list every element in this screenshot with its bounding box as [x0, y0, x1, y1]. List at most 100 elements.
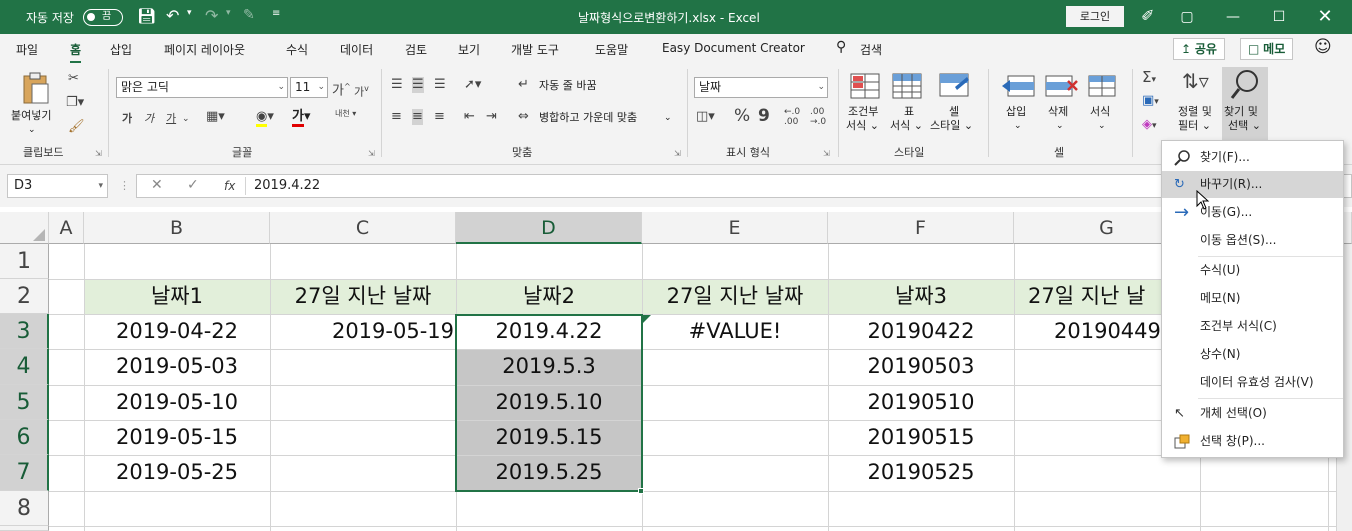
format-as-table-button[interactable]: 표 서식 ⌄ — [890, 71, 926, 143]
comma-button[interactable]: 9 — [758, 108, 770, 125]
undo-dropdown-icon[interactable]: ▾ — [187, 8, 192, 18]
align-bottom-icon[interactable]: ☰ — [434, 77, 446, 93]
dialog-launcher-icon[interactable]: ⇲ — [823, 147, 830, 161]
row-header-4[interactable]: 4 — [0, 349, 49, 385]
tab-search[interactable]: 검색 — [860, 41, 882, 58]
share-button[interactable]: ↥ 공유 — [1173, 38, 1225, 60]
align-center-icon[interactable]: ≡ — [412, 109, 423, 125]
merge-icon[interactable]: ⇔ — [518, 109, 529, 125]
row-header-1[interactable]: 1 — [0, 244, 49, 279]
clear-icon[interactable]: ◈▾ — [1142, 117, 1157, 134]
orientation-icon[interactable]: ➚▾ — [464, 77, 481, 93]
cell-b7[interactable]: 2019-05-25 — [84, 455, 270, 489]
cell-f3[interactable]: 20190422 — [828, 314, 1014, 348]
row-header-6[interactable]: 6 — [0, 420, 49, 455]
column-header-f[interactable]: F — [828, 212, 1014, 244]
tab-data[interactable]: 데이터 — [340, 41, 373, 58]
cell-e2[interactable]: 27일 지난 날짜 — [642, 279, 828, 313]
align-left-icon[interactable]: ≡ — [391, 109, 402, 125]
increase-decimal-icon[interactable]: ←.0.00 — [784, 107, 800, 127]
cell-b3[interactable]: 2019-04-22 — [84, 314, 270, 348]
menu-item-conditional-formatting[interactable]: 조건부 서식(C) — [1162, 313, 1343, 340]
font-size-combo[interactable]: 11 ⌄ — [290, 77, 328, 98]
tab-view[interactable]: 보기 — [458, 41, 480, 58]
number-format-combo[interactable]: 날짜 ⌄ — [694, 77, 828, 98]
copy-icon[interactable]: ❐▾ — [66, 95, 84, 111]
login-button[interactable]: 로그인 — [1066, 6, 1124, 27]
italic-button[interactable]: 가 — [144, 111, 154, 127]
font-name-combo[interactable]: 맑은 고딕 ⌄ — [116, 77, 288, 98]
comments-button[interactable]: □ 메모 — [1240, 38, 1294, 60]
select-all-corner[interactable] — [0, 212, 49, 244]
customize-toolbar-icon[interactable]: ≡ — [272, 8, 280, 19]
tab-review[interactable]: 검토 — [405, 41, 427, 58]
menu-item-goto[interactable]: → 이동(G)... — [1162, 199, 1343, 226]
tab-insert[interactable]: 삽입 — [110, 41, 132, 58]
cell-b2[interactable]: 날짜1 — [84, 279, 270, 313]
merge-center-button[interactable]: 병합하고 가운데 맞춤 — [539, 111, 637, 125]
insert-function-button[interactable]: fx — [224, 179, 235, 193]
find-select-button[interactable]: 찾기 및 선택 ⌄ — [1222, 67, 1268, 143]
undo-icon[interactable]: ↶ — [166, 6, 179, 25]
menu-item-data-validation[interactable]: 데이터 유효성 검사(V) — [1162, 369, 1343, 396]
column-header-e[interactable]: E — [642, 212, 828, 244]
row-header-9[interactable] — [0, 526, 49, 531]
column-header-d[interactable]: D — [456, 212, 642, 244]
menu-item-formulas[interactable]: 수식(U) — [1162, 257, 1343, 284]
cell-f7[interactable]: 20190525 — [828, 455, 1014, 489]
menu-item-selection-pane[interactable]: 선택 창(P)... — [1162, 428, 1343, 455]
menu-item-select-objects[interactable]: ↖ 개체 선택(O) — [1162, 400, 1343, 427]
cell-f6[interactable]: 20190515 — [828, 420, 1014, 454]
cell-d2[interactable]: 날짜2 — [456, 279, 642, 313]
error-indicator-icon[interactable] — [642, 315, 651, 324]
format-painter-icon[interactable]: ✎ — [243, 7, 255, 23]
accounting-format-icon[interactable]: ◫▾ — [696, 109, 715, 125]
cell-f5[interactable]: 20190510 — [828, 385, 1014, 419]
menu-item-constants[interactable]: 상수(N) — [1162, 341, 1343, 368]
decrease-indent-icon[interactable]: ⇤ — [464, 109, 475, 125]
close-icon[interactable]: ✕ — [1302, 0, 1348, 34]
chevron-down-icon[interactable]: ⌄ — [664, 111, 672, 125]
cell-b6[interactable]: 2019-05-15 — [84, 420, 270, 454]
autosave-toggle[interactable]: 끔 — [83, 9, 123, 26]
row-header-7[interactable]: 7 — [0, 455, 49, 491]
shrink-font-icon[interactable]: 가v — [354, 81, 369, 101]
minimize-icon[interactable]: — — [1210, 0, 1256, 34]
smiley-icon[interactable]: ☺ — [1314, 37, 1332, 57]
percent-button[interactable]: % — [734, 108, 750, 125]
delete-cells-button[interactable]: 삭제 ⌄ — [1042, 71, 1080, 143]
cell-b5[interactable]: 2019-05-10 — [84, 385, 270, 419]
tab-page-layout[interactable]: 페이지 레이아웃 — [164, 41, 245, 58]
paste-button[interactable]: 붙여넣기 ⌄ — [8, 69, 56, 141]
row-header-3[interactable]: 3 — [0, 314, 49, 349]
row-header-5[interactable]: 5 — [0, 385, 49, 420]
pen-icon[interactable]: ✐ — [1141, 6, 1154, 25]
redo-icon[interactable]: ↷ — [205, 6, 218, 25]
column-header-b[interactable]: B — [84, 212, 270, 244]
search-icon[interactable]: ⚲ — [836, 39, 846, 55]
border-icon[interactable]: ▦▾ — [206, 109, 225, 125]
dialog-launcher-icon[interactable]: ⇲ — [95, 147, 102, 161]
tab-file[interactable]: 파일 — [16, 41, 38, 58]
row-header-2[interactable]: 2 — [0, 279, 49, 314]
menu-item-find[interactable]: 찾기(F)... — [1162, 144, 1343, 171]
tab-home[interactable]: 홈 — [70, 41, 82, 64]
cell-f2[interactable]: 날짜3 — [828, 279, 1014, 313]
chevron-down-icon[interactable]: ⌄ — [182, 111, 190, 127]
grow-font-icon[interactable]: 가^ — [332, 79, 351, 99]
font-color-button[interactable]: 가▾ — [292, 109, 311, 127]
save-icon[interactable]: 💾︎ — [137, 7, 156, 25]
align-middle-icon[interactable]: ☰ — [412, 77, 424, 93]
phonetic-icon[interactable]: 내천 ▾ — [335, 109, 356, 118]
column-header-a[interactable]: A — [49, 212, 84, 244]
align-top-icon[interactable]: ☰ — [391, 77, 403, 93]
cell-b4[interactable]: 2019-05-03 — [84, 349, 270, 383]
row-header-8[interactable]: 8 — [0, 491, 49, 526]
format-cells-button[interactable]: 서식 ⌄ — [1084, 71, 1122, 143]
redo-dropdown-icon[interactable]: ▾ — [226, 8, 231, 18]
dialog-launcher-icon[interactable]: ⇲ — [368, 147, 375, 161]
dialog-launcher-icon[interactable]: ⇲ — [674, 147, 681, 161]
cell-f4[interactable]: 20190503 — [828, 349, 1014, 383]
menu-item-comments[interactable]: 메모(N) — [1162, 285, 1343, 312]
increase-indent-icon[interactable]: ⇥ — [486, 109, 497, 125]
